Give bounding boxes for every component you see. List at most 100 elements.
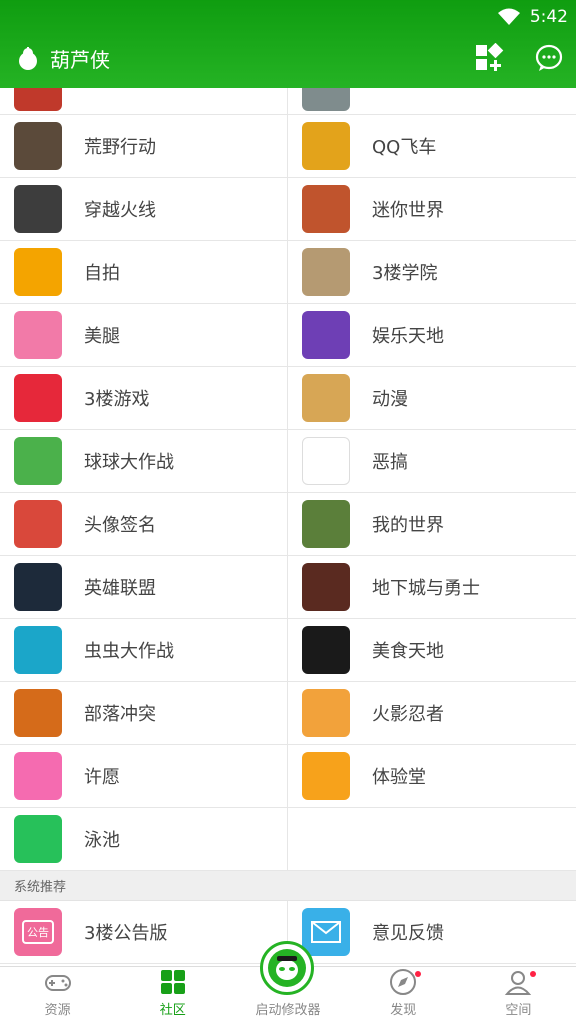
game-thumb bbox=[302, 563, 350, 611]
board-item[interactable]: 体验堂 bbox=[288, 745, 576, 807]
board-item-label: 恶搞 bbox=[372, 452, 408, 473]
board-item-label: 地下城与勇士 bbox=[372, 578, 480, 599]
board-item-label: 泳池 bbox=[84, 830, 120, 851]
heart-icon bbox=[14, 752, 62, 800]
board-item[interactable]: 娱乐天地 bbox=[288, 304, 576, 366]
tab-label: 启动修改器 bbox=[255, 1003, 321, 1018]
game-thumb bbox=[14, 437, 62, 485]
tab-resources[interactable]: 资源 bbox=[0, 967, 115, 1024]
board-list: 荒野行动 QQ飞车 穿越火线 迷你世界自拍 3楼学院 美腿 娱乐天地 3楼游戏 动漫球球大作战 恶… bbox=[0, 88, 576, 964]
board-item[interactable]: 球球大作战 bbox=[0, 430, 288, 492]
board-item[interactable]: 火影忍者 bbox=[288, 682, 576, 744]
board-item-label: 荒野行动 bbox=[84, 137, 156, 158]
gameboy-icon bbox=[14, 374, 62, 422]
game-thumb bbox=[302, 122, 350, 170]
message-icon[interactable] bbox=[534, 43, 564, 73]
board-item[interactable]: 3楼游戏 bbox=[0, 367, 288, 429]
board-item[interactable]: 动漫 bbox=[288, 367, 576, 429]
board-row: 部落冲突 火影忍者 bbox=[0, 682, 576, 745]
page-title: 葫芦侠 bbox=[50, 48, 110, 72]
board-item-label: 英雄联盟 bbox=[84, 578, 156, 599]
board-item[interactable]: 美腿 bbox=[0, 304, 288, 366]
game-thumb bbox=[302, 88, 350, 111]
board-item-notice[interactable]: 公告 3楼公告版 bbox=[0, 901, 288, 963]
game-thumb bbox=[302, 500, 350, 548]
game-thumb bbox=[14, 626, 62, 674]
board-item-label: 意见反馈 bbox=[372, 923, 444, 944]
board-row: 泳池 bbox=[0, 808, 576, 871]
board-item[interactable]: 荒野行动 bbox=[0, 115, 288, 177]
food-thumb bbox=[302, 626, 350, 674]
board-row: 许愿 体验堂 bbox=[0, 745, 576, 808]
board-item-label: 头像签名 bbox=[84, 515, 156, 536]
notification-dot bbox=[530, 971, 537, 977]
board-item[interactable]: 部落冲突 bbox=[0, 682, 288, 744]
book-thumb bbox=[302, 248, 350, 296]
board-row: 球球大作战 恶搞 bbox=[0, 430, 576, 493]
avatar-thumb bbox=[14, 500, 62, 548]
board-item-label: 体验堂 bbox=[372, 767, 426, 788]
board-item-label: 动漫 bbox=[372, 389, 408, 410]
board-item-label: 球球大作战 bbox=[84, 452, 174, 473]
app-title[interactable]: 葫芦侠 bbox=[16, 44, 110, 73]
launcher-button[interactable] bbox=[260, 941, 314, 995]
legs-icon bbox=[14, 311, 62, 359]
board-item[interactable]: 迷你世界 bbox=[288, 178, 576, 240]
tab-label: 发现 bbox=[390, 1003, 417, 1018]
add-board-icon[interactable] bbox=[474, 43, 504, 73]
notification-dot bbox=[414, 971, 421, 977]
board-item[interactable]: 3楼学院 bbox=[288, 241, 576, 303]
board-item-feedback[interactable]: 意见反馈 bbox=[288, 901, 576, 963]
board-item-label: 3楼公告版 bbox=[84, 923, 168, 944]
tab-discover[interactable]: 发现 bbox=[346, 967, 461, 1024]
board-row: 美腿 娱乐天地 bbox=[0, 304, 576, 367]
board-row: 头像签名 我的世界 bbox=[0, 493, 576, 556]
tab-label: 资源 bbox=[44, 1003, 71, 1018]
board-item-label: 娱乐天地 bbox=[372, 326, 444, 347]
board-item[interactable]: 头像签名 bbox=[0, 493, 288, 555]
board-item[interactable]: 自拍 bbox=[0, 241, 288, 303]
board-item[interactable]: 穿越火线 bbox=[0, 178, 288, 240]
board-item-label: 美食天地 bbox=[372, 641, 444, 662]
wifi-icon bbox=[497, 8, 520, 25]
board-item[interactable]: 恶搞 bbox=[288, 430, 576, 492]
board-item[interactable]: 我的世界 bbox=[288, 493, 576, 555]
meme-thumb bbox=[302, 437, 350, 485]
board-item[interactable]: 英雄联盟 bbox=[0, 556, 288, 618]
star-icon bbox=[302, 311, 350, 359]
game-thumb bbox=[302, 689, 350, 737]
board-item[interactable]: 许愿 bbox=[0, 745, 288, 807]
board-row: 自拍 3楼学院 bbox=[0, 241, 576, 304]
board-item-label: 3楼游戏 bbox=[84, 389, 150, 410]
board-item-label: 部落冲突 bbox=[84, 704, 156, 725]
gourd-logo-icon bbox=[19, 46, 37, 70]
launcher-icon bbox=[268, 949, 306, 987]
board-row: 虫虫大作战 美食天地 bbox=[0, 619, 576, 682]
board-item[interactable] bbox=[288, 88, 576, 114]
mail-icon bbox=[302, 908, 350, 956]
board-item-label: 自拍 bbox=[84, 263, 120, 284]
empty-cell bbox=[288, 808, 576, 870]
tab-label: 空间 bbox=[505, 1003, 532, 1018]
grid-icon bbox=[160, 970, 185, 994]
board-item[interactable] bbox=[0, 88, 288, 114]
board-item-label: 虫虫大作战 bbox=[84, 641, 174, 662]
gamepad-icon bbox=[302, 752, 350, 800]
notice-icon: 公告 bbox=[14, 908, 62, 956]
board-row: 穿越火线 迷你世界 bbox=[0, 178, 576, 241]
board-item[interactable]: 泳池 bbox=[0, 808, 288, 870]
status-time: 5:42 bbox=[529, 7, 568, 27]
board-item[interactable]: 地下城与勇士 bbox=[288, 556, 576, 618]
board-item[interactable]: QQ飞车 bbox=[288, 115, 576, 177]
board-row: 荒野行动 QQ飞车 bbox=[0, 115, 576, 178]
tab-community[interactable]: 社区 bbox=[115, 967, 230, 1024]
game-thumb bbox=[14, 122, 62, 170]
camera-icon bbox=[14, 248, 62, 296]
board-row bbox=[0, 88, 576, 115]
game-thumb bbox=[14, 88, 62, 111]
tab-profile[interactable]: 空间 bbox=[461, 967, 576, 1024]
board-item[interactable]: 虫虫大作战 bbox=[0, 619, 288, 681]
section-title: 系统推荐 bbox=[0, 871, 576, 901]
board-item[interactable]: 美食天地 bbox=[288, 619, 576, 681]
board-item-label: 火影忍者 bbox=[372, 704, 444, 725]
